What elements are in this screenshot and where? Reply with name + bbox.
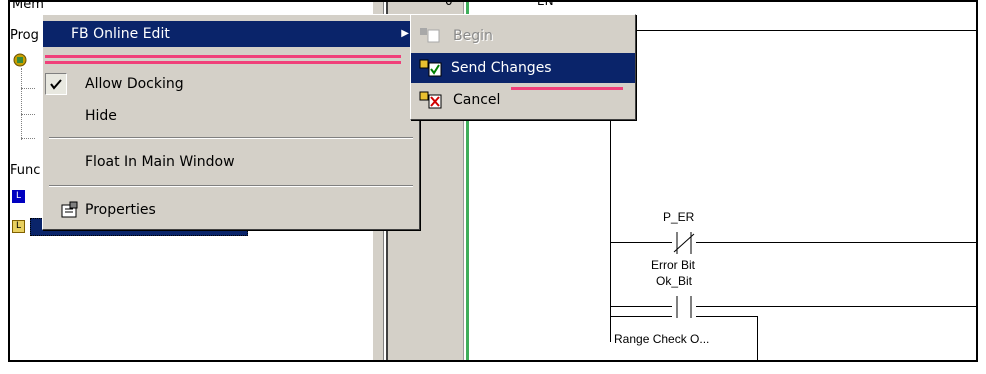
menu-item-label: Allow Docking <box>85 76 184 92</box>
menu-item-label: Send Changes <box>451 60 552 76</box>
cancel-icon <box>419 90 443 110</box>
contact-tag: Ok_Bit <box>656 274 693 288</box>
tree-line <box>21 114 35 115</box>
menu-separator <box>49 185 413 187</box>
tree-line <box>21 88 35 89</box>
contact-description: Error Bit <box>651 258 696 272</box>
menu-item-label: Cancel <box>453 92 501 108</box>
annotation-underline <box>45 55 401 58</box>
function-block-icon: L <box>12 190 25 203</box>
tree-node-prog[interactable]: Prog <box>10 28 39 43</box>
menu-item-allow-docking[interactable]: Allow Docking <box>43 71 419 97</box>
function-block-icon: L <box>12 220 25 233</box>
menu-item-send-changes[interactable]: Send Changes <box>411 53 635 83</box>
contact-description: Range Check O... <box>614 332 710 346</box>
contact-tag: P_ER <box>663 210 695 224</box>
context-menu: FB Online Edit ▶ Allow Docking Hide Floa… <box>42 14 420 230</box>
no-contact[interactable] <box>672 296 696 318</box>
menu-item-label: Hide <box>85 108 117 124</box>
submenu-arrow-icon: ▶ <box>401 28 409 39</box>
menu-item-hide[interactable]: Hide <box>43 103 419 129</box>
begin-icon <box>419 26 441 44</box>
nc-contact[interactable] <box>672 232 696 254</box>
tree-line <box>21 68 22 140</box>
rung-wire <box>610 242 976 243</box>
box-wire <box>757 316 758 362</box>
menu-item-label: Float In Main Window <box>85 154 235 170</box>
menu-item-label: FB Online Edit <box>71 26 170 42</box>
tree-line <box>21 138 35 139</box>
menu-item-label: Properties <box>85 202 156 218</box>
menu-item-fb-online-edit[interactable]: FB Online Edit ▶ <box>43 21 419 47</box>
menu-item-cancel[interactable]: Cancel <box>411 87 635 113</box>
tree-node-func[interactable]: Func <box>10 163 40 178</box>
rung-wire <box>610 306 976 307</box>
program-icon <box>12 52 28 68</box>
rung-number: 0 <box>445 0 453 8</box>
menu-item-begin[interactable]: Begin <box>411 23 635 49</box>
send-changes-icon <box>419 58 443 78</box>
annotation-underline <box>45 61 401 64</box>
menu-item-label: Begin <box>453 28 493 44</box>
menu-item-float-in-main-window[interactable]: Float In Main Window <box>43 149 419 175</box>
enable-label: EN <box>537 0 554 8</box>
menu-item-properties[interactable]: Properties <box>43 197 419 223</box>
fb-online-edit-submenu: Begin Send Changes Cancel <box>410 14 636 120</box>
tree-node-mem[interactable]: Mem <box>12 0 44 12</box>
menu-separator <box>49 137 413 139</box>
